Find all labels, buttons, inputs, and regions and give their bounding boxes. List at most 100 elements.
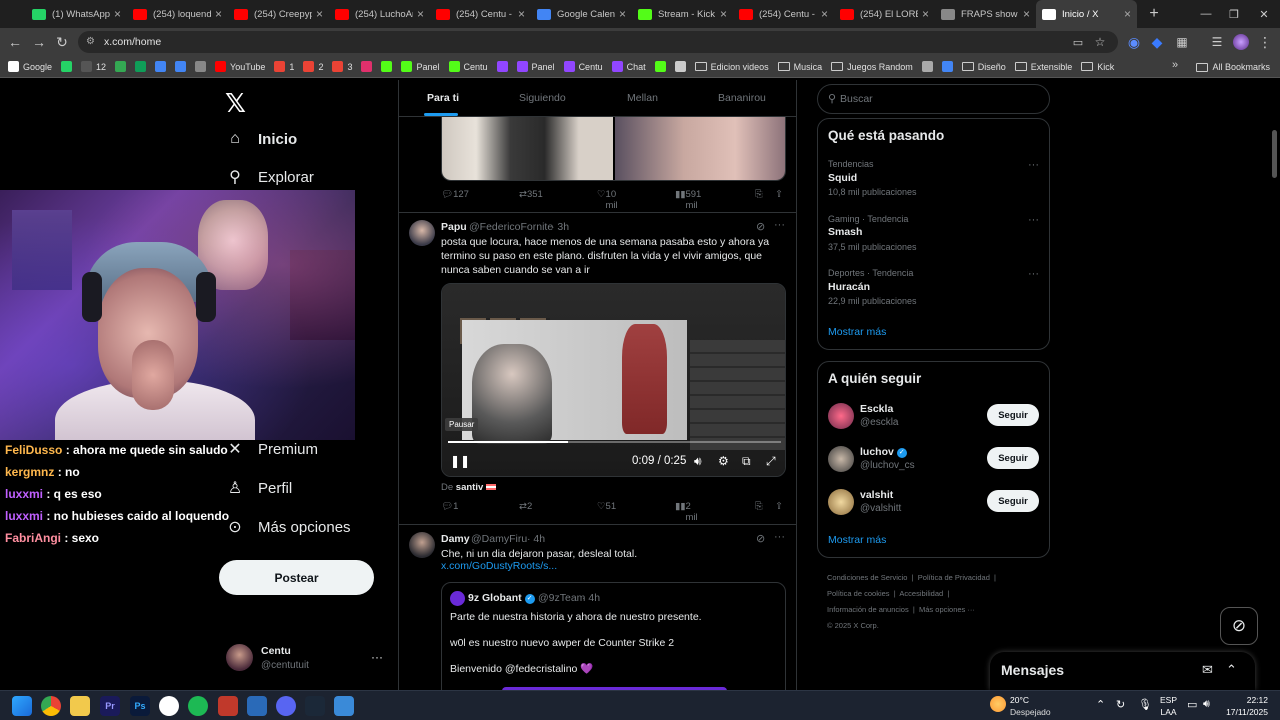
bookmark-item[interactable]: Musica	[777, 62, 822, 72]
bookmark-item[interactable]: Centu	[563, 61, 603, 72]
close-tab-icon[interactable]: ×	[1124, 7, 1131, 21]
close-tab-icon[interactable]: ×	[922, 7, 929, 21]
profile-avatar-icon[interactable]	[1231, 32, 1251, 52]
nav-profile[interactable]: ♙ Perfil	[226, 473, 292, 503]
footer-link[interactable]: Más opciones ···	[919, 605, 975, 614]
close-tab-icon[interactable]: ×	[114, 7, 121, 21]
nav-explore[interactable]: ⚲ Explorar	[226, 162, 314, 192]
like-button[interactable]: ♡ 51	[597, 501, 616, 512]
bookmark-item[interactable]: 1	[274, 61, 294, 72]
search-input[interactable]: ⚲ Buscar	[817, 84, 1050, 114]
close-tab-icon[interactable]: ×	[821, 7, 828, 21]
browser-tab[interactable]: (1) WhatsApp ×	[26, 0, 127, 28]
bookmark-item[interactable]	[155, 61, 170, 72]
views-button[interactable]: ▮▮ 2 mil	[675, 501, 698, 523]
footer-link[interactable]: Información de anuncios	[827, 605, 909, 614]
new-tab-button[interactable]: +	[1143, 3, 1165, 25]
bookmark-icon[interactable]: ⎘	[755, 189, 763, 200]
avatar[interactable]	[828, 403, 854, 429]
nav-home[interactable]: ⌂ Inicio	[226, 124, 297, 154]
tweet-media[interactable]	[441, 117, 786, 181]
address-bar[interactable]: ⚙ x.com/home	[78, 31, 1118, 53]
photoshop-icon[interactable]: Ps	[130, 696, 150, 716]
bookmark-item[interactable]	[941, 61, 957, 72]
messages-drawer[interactable]: Mensajes ✉ ⌃	[990, 652, 1255, 690]
bookmark-item[interactable]: Panel	[516, 61, 555, 72]
avatar[interactable]	[409, 532, 435, 558]
like-button[interactable]: ♡ 10 mil	[597, 189, 618, 211]
tweet-time[interactable]: · 3h	[551, 221, 569, 233]
cast-icon[interactable]: ▭	[1068, 32, 1088, 52]
follow-button[interactable]: Seguir	[987, 447, 1039, 469]
post-button[interactable]: Postear	[219, 560, 374, 595]
share-icon[interactable]: ⇪	[775, 189, 783, 200]
bookmark-item[interactable]	[115, 61, 130, 72]
tab-search-icon[interactable]: ☰	[1207, 32, 1227, 52]
bookmark-item[interactable]	[195, 61, 210, 72]
close-window-icon[interactable]: ✕	[1248, 0, 1280, 28]
bookmark-item[interactable]: Centu	[448, 61, 488, 72]
footer-link[interactable]: Política de Privacidad	[918, 573, 990, 582]
microphone-icon[interactable]: 🎙︎	[1138, 698, 1152, 711]
bookmark-item[interactable]: 3	[332, 61, 352, 72]
bookmark-item[interactable]	[654, 61, 670, 72]
bookmark-item[interactable]: 12	[81, 61, 106, 72]
footer-link[interactable]: Política de cookies	[827, 589, 890, 598]
bookmark-item[interactable]: Extensible	[1014, 62, 1072, 72]
bookmark-item[interactable]	[381, 61, 396, 72]
bookmark-item[interactable]: 2	[303, 61, 323, 72]
tweet-author-name[interactable]: Damy	[441, 533, 470, 545]
browser-tab[interactable]: (254) El LORE D ×	[834, 0, 935, 28]
browser-tab[interactable]: Google Calend ×	[531, 0, 632, 28]
extensions-icon[interactable]: ▦	[1172, 32, 1192, 52]
expand-icon[interactable]: ⌃	[1226, 662, 1237, 678]
tray-overflow-icon[interactable]: ⌃	[1096, 698, 1105, 711]
show-more-link[interactable]: Mostrar más	[828, 326, 886, 338]
tweet-link[interactable]: x.com/GoDustyRoots/s...	[441, 560, 557, 572]
follow-button[interactable]: Seguir	[987, 490, 1039, 512]
bookmarks-overflow-icon[interactable]: »	[1172, 59, 1178, 71]
app-icon[interactable]	[334, 696, 354, 716]
tweet-author-handle[interactable]: @DamyFiru	[471, 533, 527, 545]
bookmark-item[interactable]	[61, 61, 76, 72]
grok-icon[interactable]: ⊘	[756, 532, 765, 545]
bookmark-item[interactable]	[361, 61, 376, 72]
browser-menu-icon[interactable]: ⋮	[1255, 32, 1275, 52]
close-tab-icon[interactable]: ×	[619, 7, 626, 21]
volume-icon[interactable]: 🔊︎	[1203, 698, 1210, 711]
extension-audio-icon[interactable]: ◉	[1124, 32, 1144, 52]
repost-button[interactable]: ⇄ 2	[519, 501, 532, 512]
browser-tab[interactable]: (254) LuchoAn ×	[329, 0, 430, 28]
browser-tab[interactable]: (254) Centu - Y ×	[733, 0, 834, 28]
footer-link[interactable]: Condiciones de Servicio	[827, 573, 907, 582]
bookmark-item[interactable]: Edicion videos	[694, 62, 769, 72]
more-dots-icon[interactable]: ···	[774, 531, 785, 543]
close-tab-icon[interactable]: ×	[1023, 7, 1030, 21]
tray-app-icon[interactable]: ↻	[1116, 698, 1125, 711]
tweet-time[interactable]: · 4h	[527, 533, 545, 545]
browser-tab[interactable]: Inicio / X ×	[1036, 0, 1137, 28]
close-tab-icon[interactable]: ×	[417, 7, 424, 21]
back-icon[interactable]: ←	[5, 32, 25, 52]
windows-start-icon[interactable]	[12, 696, 32, 716]
browser-tab[interactable]: Stream - Kick D ×	[632, 0, 733, 28]
system-clock[interactable]: 22:12 17/11/2025	[1218, 694, 1268, 718]
extension-shield-icon[interactable]: ◆	[1147, 32, 1167, 52]
tab-para-ti[interactable]: Para ti	[427, 92, 459, 104]
grok-icon[interactable]: ⊘	[756, 220, 765, 233]
restore-icon[interactable]: ❐	[1218, 0, 1250, 28]
reply-button[interactable]: 💬︎ 1	[441, 501, 458, 512]
file-explorer-icon[interactable]	[70, 696, 90, 716]
reply-button[interactable]: 💬︎ 127	[441, 189, 469, 200]
close-tab-icon[interactable]: ×	[215, 7, 222, 21]
bookmark-star-icon[interactable]: ☆	[1090, 32, 1110, 52]
bookmark-item[interactable]	[175, 61, 190, 72]
more-dots-icon[interactable]: ···	[774, 219, 785, 231]
bookmark-item[interactable]: Google	[8, 61, 52, 72]
quoted-tweet[interactable]: 9z Globant ✓ @9zTeam · 4h Parte de nuestr…	[441, 582, 786, 690]
grok-icon[interactable]: ⊘	[1220, 607, 1258, 645]
page-scrollbar[interactable]	[1272, 130, 1277, 178]
bookmark-item[interactable]	[135, 61, 150, 72]
video-player[interactable]: Pausar ❚❚ 0:09 / 0:25 🔊︎ ⚙ ⧉ ⤢	[441, 283, 786, 477]
views-button[interactable]: ▮▮ 591 mil	[675, 189, 701, 211]
